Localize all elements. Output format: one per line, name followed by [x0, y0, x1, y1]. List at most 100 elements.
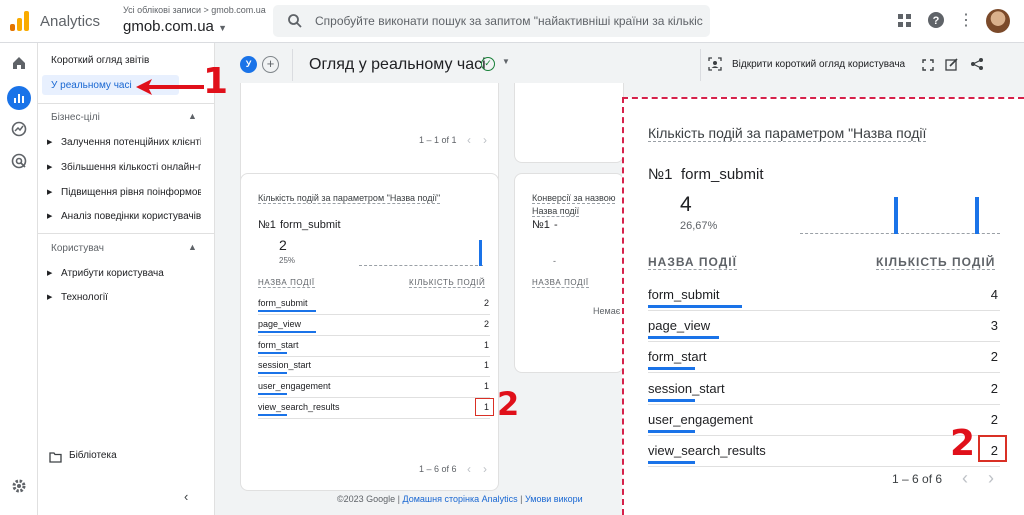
event-name-cell[interactable]: session_start [648, 381, 725, 396]
user-segment-badge[interactable]: У [240, 56, 257, 73]
annotation-number-2-small: 2 [497, 385, 520, 423]
top-item-rank: №1 [532, 219, 550, 231]
nav-business-item[interactable]: Залучення потенційних клієнтів [61, 137, 201, 148]
analytics-logo[interactable] [10, 11, 30, 31]
top-item-rank: №1 [648, 166, 673, 183]
header-divider [292, 49, 293, 81]
more-vert-icon[interactable]: ⋮ [957, 12, 975, 30]
search-bar[interactable]: Спробуйте виконати пошук за запитом "най… [273, 5, 710, 37]
event-name-cell[interactable]: form_start [648, 349, 707, 364]
share-icon[interactable] [970, 57, 984, 76]
column-header-name[interactable]: НАЗВА ПОДІЇ [258, 278, 315, 288]
nav-business-item[interactable]: Підвищення рівня поінформованості про бр… [61, 187, 201, 198]
event-count-cell: 2 [990, 380, 998, 396]
share-bar [258, 372, 287, 375]
chevron-down-icon[interactable]: ▼ [502, 57, 510, 66]
card-title: Конверсії за назвою [532, 193, 616, 204]
event-count-cell: 2 [483, 298, 489, 308]
collapse-nav-icon[interactable]: ‹ [184, 489, 188, 504]
prev-page-icon[interactable]: ‹ [962, 468, 968, 489]
search-input[interactable]: Спробуйте виконати пошук за запитом "най… [315, 14, 703, 28]
page-title: Огляд у реальному часі [309, 56, 486, 73]
row-divider [648, 372, 1000, 374]
column-header-count[interactable]: КІЛЬКІСТЬ ПОДІЙ [409, 278, 486, 288]
top-card-right [514, 83, 624, 163]
footer-terms-link[interactable]: Умови викори [525, 494, 583, 504]
event-name-cell[interactable]: page_view [258, 319, 301, 329]
page-header: У + Огляд у реальному часі ✓ ▼ Відкрити … [216, 43, 1024, 87]
row-divider [648, 434, 1000, 436]
prev-page-icon[interactable]: ‹ [467, 462, 471, 476]
row-divider [648, 403, 1000, 405]
event-name-cell[interactable]: user_engagement [648, 412, 753, 427]
nav-business-item[interactable]: Збільшення кількості онлайн-продажів [61, 162, 201, 173]
reports-icon[interactable] [7, 86, 31, 110]
nav-reports-snapshot[interactable]: Короткий огляд звітів [51, 55, 211, 66]
home-icon[interactable] [9, 55, 29, 75]
chevron-down-icon: ▼ [218, 23, 227, 33]
open-user-snapshot-link[interactable]: Відкрити короткий огляд користувача [732, 59, 905, 70]
footer-home-link[interactable]: Домашня сторінка Analytics [403, 494, 518, 504]
gear-icon[interactable] [9, 478, 29, 498]
share-bar [648, 398, 695, 402]
top-item-percent: 26,67% [680, 220, 718, 232]
chevron-up-icon[interactable]: ▲ [188, 111, 197, 121]
top-item-value: 2 [279, 237, 287, 253]
next-page-icon[interactable]: › [483, 462, 487, 476]
event-name-cell[interactable]: user_engagement [258, 381, 331, 391]
search-icon [288, 14, 302, 28]
advertising-icon[interactable] [9, 153, 29, 173]
top-item-name: - [554, 219, 558, 231]
event-count-cell: 2 [483, 318, 489, 329]
add-comparison-button[interactable]: + [262, 56, 279, 73]
chevron-up-icon[interactable]: ▲ [188, 242, 197, 252]
help-icon[interactable]: ? [927, 12, 945, 30]
app-name: Analytics [40, 13, 101, 30]
caret-right-icon: ▶ [47, 270, 53, 277]
user-snapshot-icon[interactable] [708, 57, 722, 76]
event-name-cell[interactable]: session_start [258, 360, 311, 370]
next-page-icon[interactable]: › [483, 133, 487, 147]
account-breadcrumb[interactable]: Усі облікові записи > gmob.com.ua [123, 5, 266, 15]
row-divider [258, 334, 490, 336]
row-divider [258, 355, 490, 357]
apps-grid-icon[interactable] [896, 12, 914, 30]
prev-page-icon[interactable]: ‹ [467, 133, 471, 147]
nav-library[interactable]: Бібліотека [69, 450, 229, 461]
event-name-cell[interactable]: page_view [648, 318, 710, 333]
event-name-cell[interactable]: form_submit [648, 287, 720, 302]
property-selector[interactable]: gmob.com.ua ▼ [123, 18, 227, 35]
next-page-icon[interactable]: › [988, 468, 994, 489]
event-name-cell[interactable]: form_start [258, 340, 299, 350]
caret-right-icon: ▶ [47, 189, 53, 196]
nav-section-business[interactable]: Бізнес-цілі [51, 112, 211, 123]
nav-business-item[interactable]: Аналіз поведінки користувачів [61, 211, 201, 222]
avatar[interactable] [986, 9, 1010, 33]
check-circle-icon[interactable]: ✓ [481, 57, 495, 71]
column-header-name[interactable]: НАЗВА ПОДІЇ [648, 255, 737, 270]
event-count-cell: 4 [990, 287, 998, 302]
share-bar [648, 461, 695, 464]
event-name-cell[interactable]: view_search_results [258, 402, 340, 412]
annotation-number-1: 1 [203, 61, 229, 102]
annotation-number-2-large: 2 [950, 423, 976, 464]
row-divider [648, 466, 1000, 467]
top-item-name: form_submit [681, 166, 764, 183]
row-divider [258, 376, 490, 378]
event-name-cell[interactable]: form_submit [258, 298, 308, 308]
pagination-label: 1 – 6 of 6 [419, 464, 457, 474]
column-header-name[interactable]: НАЗВА ПОДІЇ [532, 278, 589, 288]
fullscreen-icon[interactable] [922, 58, 934, 76]
nav-section-user[interactable]: Користувач [51, 243, 211, 254]
nav-user-item[interactable]: Технології [61, 292, 221, 303]
nav-user-item[interactable]: Атрибути користувача [61, 268, 221, 279]
caret-right-icon: ▶ [47, 213, 53, 220]
edit-icon[interactable] [945, 57, 959, 76]
event-name-cell[interactable]: view_search_results [648, 443, 766, 458]
caret-right-icon: ▶ [47, 164, 53, 171]
top-item-name: form_submit [280, 219, 341, 231]
explore-icon[interactable] [9, 121, 29, 141]
column-header-count[interactable]: КІЛЬКІСТЬ ПОДІЙ [876, 255, 996, 270]
annotation-arrow [136, 79, 204, 100]
nav-divider [38, 233, 215, 234]
